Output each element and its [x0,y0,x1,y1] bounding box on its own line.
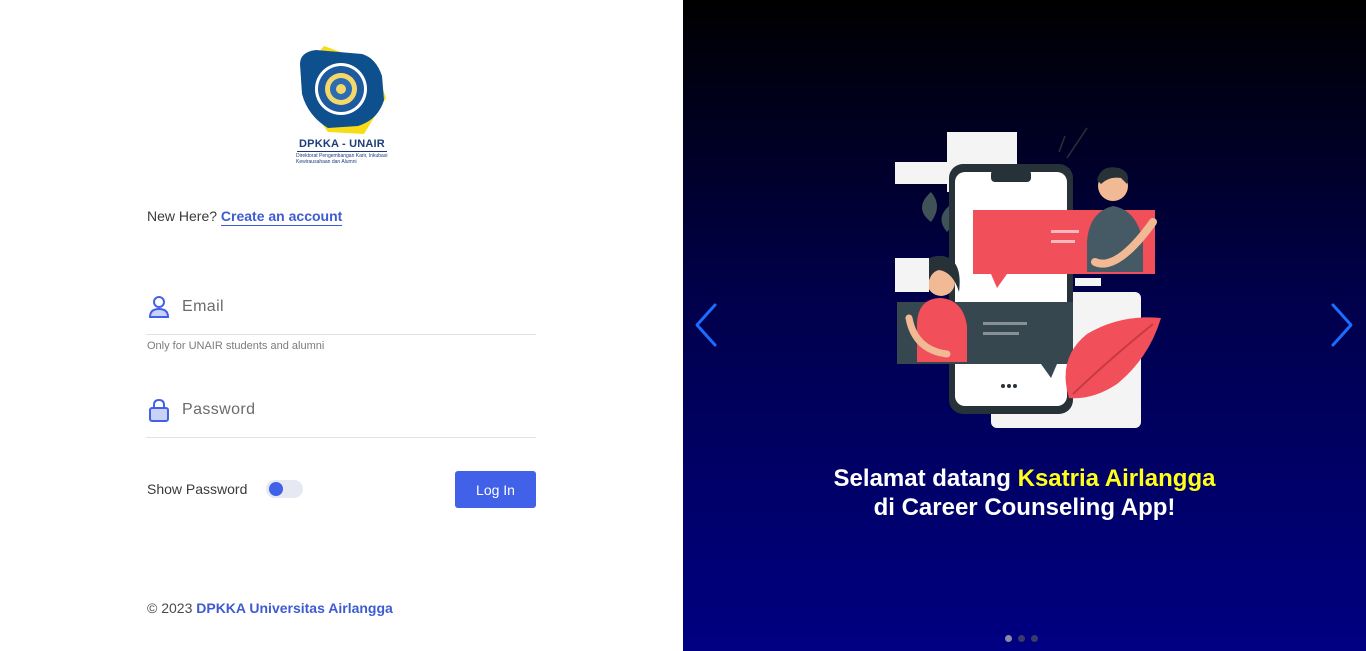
headline-highlight: Ksatria Airlangga [1017,465,1216,492]
signup-prompt: New Here? Create an account [147,208,343,226]
email-field [146,291,536,335]
logo-subtitle: Direktorat Pengembangan Karir, Inkubasi … [296,153,388,165]
carousel-indicators [1005,629,1044,647]
university-seal-icon [300,46,386,134]
password-field [146,394,536,438]
toggle-knob [269,482,283,496]
welcome-carousel: Selamat datang Ksatria Airlangga di Care… [683,0,1366,651]
lock-icon [149,398,169,422]
headline-line-2: di Career Counseling App! [873,494,1176,521]
chevron-right-icon[interactable] [1327,302,1355,348]
copyright-text: © 2023 [147,600,193,616]
show-password-label: Show Password [147,481,248,497]
password-input[interactable] [182,396,522,424]
footer: © 2023 DPKKA Universitas Airlangga [147,600,393,616]
carousel-dot-1[interactable] [1005,635,1012,642]
carousel-dot-2[interactable] [1018,635,1025,642]
headline-prefix: Selamat datang [833,465,1011,492]
footer-org-name: DPKKA Universitas Airlangga [196,600,393,616]
welcome-headline: Selamat datang Ksatria Airlangga di Care… [683,464,1366,522]
chat-illustration [895,127,1161,428]
email-helper-text: Only for UNAIR students and alumni [147,340,325,352]
chevron-left-icon[interactable] [693,302,721,348]
carousel-dot-3[interactable] [1031,635,1038,642]
login-button[interactable]: Log In [455,471,536,508]
logo-title: DPKKA - UNAIR [299,138,385,150]
create-account-link[interactable]: Create an account [220,208,343,226]
email-input[interactable] [182,293,522,321]
show-password-toggle[interactable] [266,480,303,498]
login-panel: DPKKA - UNAIR Direktorat Pengembangan Ka… [0,0,683,651]
user-icon [148,296,170,318]
dpkka-unair-logo: DPKKA - UNAIR Direktorat Pengembangan Ka… [294,42,390,170]
signup-prompt-text: New Here? [147,208,218,224]
logo-divider [297,151,387,152]
